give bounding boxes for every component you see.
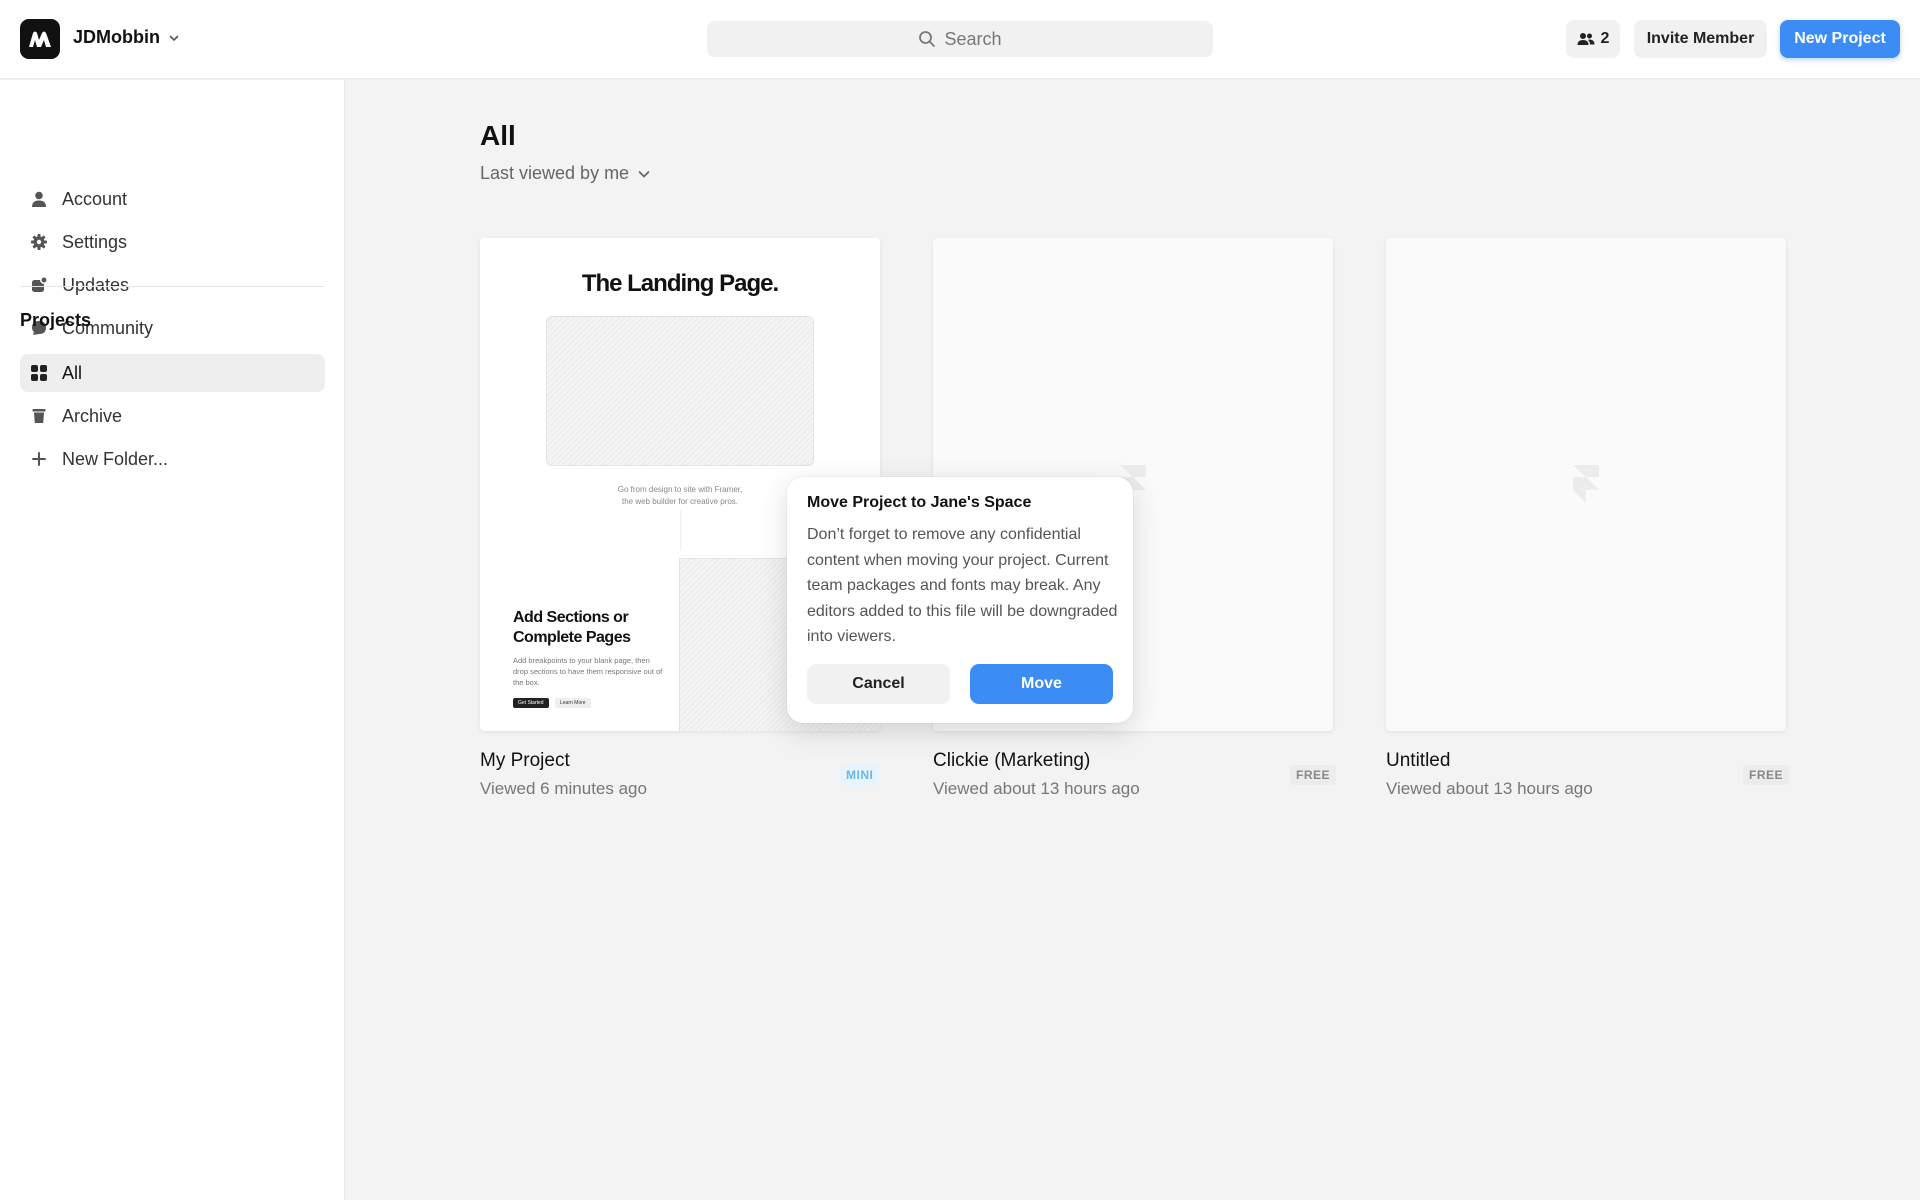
members-count: 2 — [1600, 30, 1610, 47]
thumbnail-title: The Landing Page. — [581, 270, 779, 297]
plus-icon — [32, 452, 46, 466]
sort-label: Last viewed by me — [480, 163, 630, 183]
sidebar-item-account[interactable]: Account — [20, 180, 325, 218]
logo-mark — [29, 31, 51, 47]
popover-title: Move Project to Jane's Space — [807, 494, 1032, 511]
sidebar-item-updates[interactable]: Updates — [20, 266, 325, 304]
page-title: All — [480, 120, 516, 151]
popover-message: Don’t forget to remove any confidential … — [807, 526, 1118, 645]
sidebar-item-new-folder[interactable]: New Folder... — [20, 440, 325, 478]
project-viewed-time: Viewed 6 minutes ago — [480, 779, 647, 798]
chevron-down-icon — [638, 170, 650, 178]
thumbnail-divider — [680, 510, 681, 550]
grid-icon — [31, 365, 47, 381]
thumbnail-secondary-button: Learn More — [555, 698, 591, 708]
plan-badge: FREE — [1743, 765, 1790, 785]
sort-dropdown[interactable]: Last viewed by me — [480, 163, 651, 184]
sidebar-item-all[interactable]: All — [20, 354, 325, 392]
project-name[interactable]: Untitled — [1386, 750, 1450, 772]
trash-icon — [32, 409, 46, 423]
top-bar: JDMobbin Search 2 Invite Member New Proj… — [0, 0, 1920, 79]
project-name[interactable]: Clickie (Marketing) — [933, 750, 1090, 772]
sidebar-item-settings[interactable]: Settings — [20, 223, 325, 261]
search-input[interactable]: Search — [707, 21, 1213, 57]
project-viewed-time: Viewed about 13 hours ago — [933, 779, 1140, 798]
plan-badge: FREE — [1290, 765, 1337, 785]
workspace-switcher[interactable]: JDMobbin — [73, 27, 180, 48]
members-button[interactable]: 2 — [1566, 20, 1620, 58]
thumbnail-primary-button: Get Started — [513, 698, 549, 708]
sidebar: Account Settings Updates Community Proje… — [0, 80, 345, 1200]
sidebar-item-label: New Folder... — [62, 448, 169, 469]
cancel-button[interactable]: Cancel — [807, 664, 950, 704]
workspace-name: JDMobbin — [73, 27, 160, 47]
project-name[interactable]: My Project — [480, 750, 570, 772]
invite-member-button[interactable]: Invite Member — [1634, 20, 1767, 58]
users-icon — [1577, 33, 1595, 45]
search-icon — [919, 31, 936, 47]
move-project-popover: Move Project to Jane's Space Don’t forge… — [787, 477, 1133, 723]
search-placeholder: Search — [944, 28, 1002, 49]
sidebar-item-label: Archive — [62, 405, 123, 426]
framer-placeholder-icon — [1573, 465, 1599, 503]
chevron-down-icon — [169, 35, 179, 41]
move-button[interactable]: Move — [970, 664, 1113, 704]
sidebar-item-archive[interactable]: Archive — [20, 397, 325, 435]
sidebar-item-label: Account — [62, 188, 128, 209]
new-project-button[interactable]: New Project — [1780, 20, 1900, 58]
gear-icon — [31, 234, 47, 250]
thumbnail-section-title: Add Sections or Complete Pages — [513, 609, 631, 646]
project-viewed-time: Viewed about 13 hours ago — [1386, 779, 1593, 798]
updates-icon — [32, 276, 48, 292]
sidebar-item-label: Updates — [62, 274, 130, 295]
project-thumbnail[interactable] — [1386, 238, 1786, 731]
user-icon — [32, 191, 46, 207]
projects-section-title: Projects — [20, 310, 92, 330]
plan-badge: MINI — [840, 765, 880, 785]
thumbnail-image-placeholder — [546, 316, 814, 466]
framer-m-logo-icon[interactable] — [20, 19, 60, 59]
sidebar-item-label: All — [62, 362, 83, 383]
sidebar-divider — [20, 286, 325, 287]
thumbnail-section-text: Add breakpoints to your blank page, then… — [513, 656, 663, 687]
sidebar-item-label: Settings — [62, 231, 128, 252]
